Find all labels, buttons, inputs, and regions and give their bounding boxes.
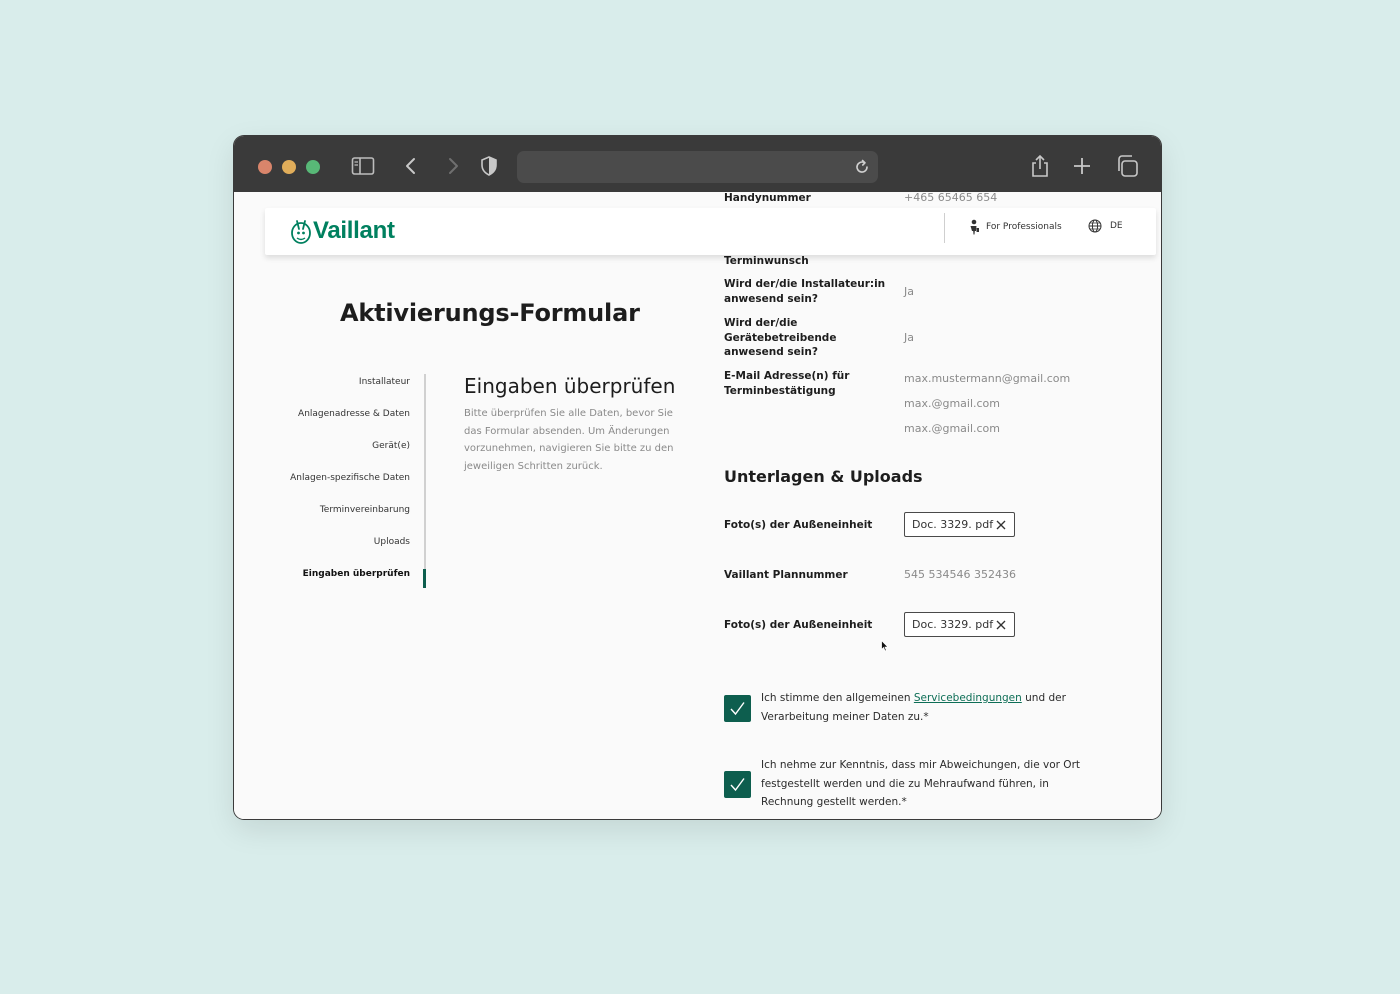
terms-text-start: Ich stimme den allgemeinen [761,692,914,704]
uploads-section-title: Unterlagen & Uploads [724,467,923,486]
page-content: Handynummer +465 65465 654 Terminwunsch … [234,192,1161,819]
photo2-file-name: Doc. 3329. pdf [912,618,994,631]
email-value-2: max.@gmail.com [904,397,1001,410]
service-terms-link[interactable]: Servicebedingungen [914,692,1022,704]
step-active-indicator [423,569,426,588]
photo1-file-name: Doc. 3329. pdf [912,518,994,531]
professional-icon [970,219,979,235]
minimize-window-button[interactable] [282,160,296,174]
photo2-label: Foto(s) der Außeneinheit [724,619,873,631]
tabs-icon[interactable] [1115,154,1139,178]
globe-icon [1088,219,1102,233]
photo2-file-tag: Doc. 3329. pdf [904,612,1015,637]
plan-number-value: 545 534546 352436 [904,568,1016,581]
operator-present-label: Wird der/die Gerätebetreibende anwesend … [724,317,837,358]
operator-present-value: Ja [904,331,914,344]
close-window-button[interactable] [258,160,272,174]
installer-present-label: Wird der/die Installateur:in anwesend se… [724,278,886,305]
step-geraete[interactable]: Gerät(e) [372,441,410,451]
plan-number-label: Vaillant Plannummer [724,569,848,581]
appointment-section-label: Terminwunsch [724,255,809,267]
step-uploads[interactable]: Uploads [374,537,410,547]
review-title: Eingaben überprüfen [464,374,676,398]
maximize-window-button[interactable] [306,160,320,174]
step-progress-track [424,374,426,588]
email-value-3: max.@gmail.com [904,422,1001,435]
sidebar-icon[interactable] [351,154,375,178]
step-terminvereinbarung[interactable]: Terminvereinbarung [320,505,410,515]
language-selector[interactable]: DE [1088,219,1123,233]
new-tab-icon[interactable] [1070,154,1094,178]
logo-text: Vaillant [313,217,395,244]
emails-label: E-Mail Adresse(n) für Terminbestätigung [724,370,850,397]
step-anlagenadresse[interactable]: Anlagenadresse & Daten [298,409,410,419]
remove-file-icon[interactable] [995,519,1007,531]
language-label: DE [1110,221,1123,231]
browser-window: Handynummer +465 65465 654 Terminwunsch … [234,136,1161,819]
forward-icon[interactable] [441,154,465,178]
terms-consent-text: Ich stimme den allgemeinen Servicebeding… [761,689,1091,726]
email-value-1: max.mustermann@gmail.com [904,372,1071,385]
for-professionals-label: For Professionals [986,222,1062,232]
shield-icon[interactable] [477,154,501,178]
step-installateur[interactable]: Installateur [359,377,410,387]
photo1-file-tag: Doc. 3329. pdf [904,512,1015,537]
phone-label: Handynummer [724,192,811,204]
hare-logo-icon [291,220,311,244]
share-icon[interactable] [1028,154,1052,178]
step-anlagen-spezifische-daten[interactable]: Anlagen-spezifische Daten [290,473,410,483]
address-bar[interactable] [517,151,878,183]
remove-file-icon[interactable] [995,619,1007,631]
vaillant-logo[interactable]: Vaillant [290,214,395,248]
review-description: Bitte überprüfen Sie alle Daten, bevor S… [464,408,674,472]
browser-toolbar [234,136,1161,192]
page-title: Aktivierungs-Formular [340,299,640,327]
reload-icon[interactable] [852,157,872,177]
step-eingaben-ueberpruefen[interactable]: Eingaben überprüfen [303,569,410,579]
terms-checkbox[interactable] [724,695,751,722]
deviation-checkbox[interactable] [724,771,751,798]
mouse-cursor-icon [881,637,889,656]
back-icon[interactable] [399,154,423,178]
site-header: Vaillant For Professionals DE [265,208,1156,255]
for-professionals-link[interactable]: For Professionals [968,219,1062,235]
header-divider [944,213,945,243]
installer-present-value: Ja [904,285,914,298]
phone-value: +465 65465 654 [904,192,998,204]
photo1-label: Foto(s) der Außeneinheit [724,519,873,531]
deviation-consent-text: Ich nehme zur Kenntnis, dass mir Abweich… [761,759,1080,808]
